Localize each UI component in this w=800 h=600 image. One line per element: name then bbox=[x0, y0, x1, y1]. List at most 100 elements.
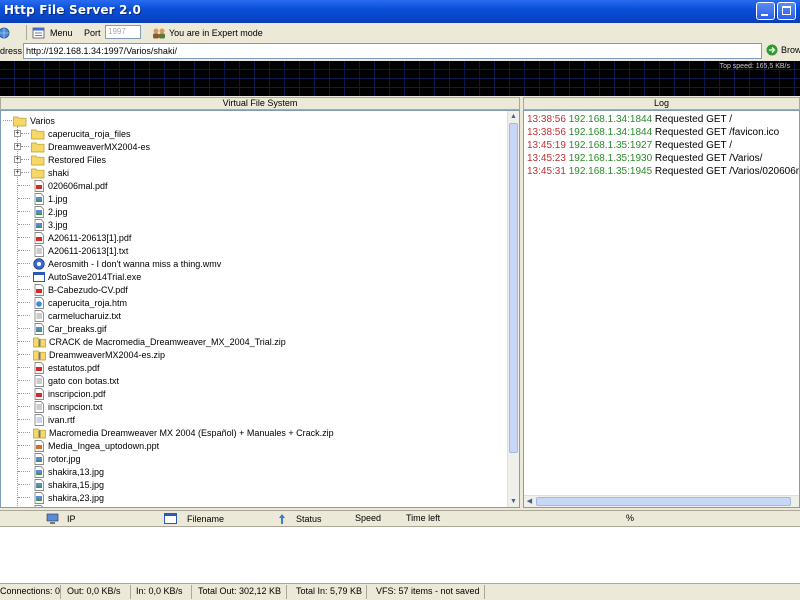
ppt-icon bbox=[33, 439, 45, 452]
tree-file[interactable]: estatutos.pdf bbox=[33, 361, 100, 374]
tree-item-label: shakira,15.jpg bbox=[48, 479, 105, 490]
scroll-left-icon[interactable]: ◀ bbox=[524, 496, 535, 507]
tree-file[interactable]: shakira,13.jpg bbox=[33, 465, 104, 478]
log-time: 13:45:23 bbox=[527, 153, 566, 164]
status-in: In: 0,0 KB/s bbox=[136, 586, 183, 596]
tree-item-label: Macromedia Dreamweaver MX 2004 (Español)… bbox=[49, 427, 334, 438]
expand-icon[interactable]: + bbox=[14, 143, 21, 150]
maximize-button[interactable] bbox=[777, 2, 796, 20]
text-icon bbox=[33, 400, 45, 413]
tree-item-label: shakira,23.jpg bbox=[48, 492, 105, 503]
tree-item-label: Restored Files bbox=[48, 154, 107, 165]
window-icon bbox=[164, 513, 177, 524]
expand-icon[interactable]: + bbox=[14, 169, 21, 176]
image-icon bbox=[33, 504, 45, 507]
tree-file[interactable]: CRACK de Macromedia_Dreamweaver_MX_2004_… bbox=[33, 335, 286, 348]
globe-icon bbox=[0, 27, 10, 38]
tree-folder[interactable]: shaki bbox=[31, 166, 69, 179]
scroll-down-icon[interactable]: ▼ bbox=[508, 496, 519, 507]
expert-mode-button[interactable]: You are in Expert mode bbox=[152, 25, 263, 40]
col-time-left[interactable]: Time left bbox=[406, 513, 440, 523]
browse-arrow-icon bbox=[766, 44, 778, 56]
tree-file[interactable]: inscripcion.pdf bbox=[33, 387, 106, 400]
tree-item-label: DreamweaverMX2004-es bbox=[48, 141, 151, 152]
tree-file[interactable]: caperucita_roja.htm bbox=[33, 296, 127, 309]
tree-file[interactable]: B-Cabezudo-CV.pdf bbox=[33, 283, 128, 296]
tree-file[interactable]: 1.jpg bbox=[33, 192, 68, 205]
scroll-up-icon[interactable]: ▲ bbox=[508, 111, 519, 122]
tree-file[interactable]: 2.jpg bbox=[33, 205, 68, 218]
tree-item-label: caperucita_roja_files bbox=[48, 128, 131, 139]
log-entry: 13:38:56 192.168.1.34:1844 Requested GET… bbox=[527, 126, 779, 139]
col-percent[interactable]: % bbox=[626, 513, 634, 523]
tree-item-label: A20611-20613[1].pdf bbox=[48, 232, 132, 243]
tree-file[interactable]: rotor.jpg bbox=[33, 452, 81, 465]
connect-button[interactable] bbox=[0, 25, 20, 40]
vfs-tree[interactable]: Varios + caperucita_roja_files + Dreamweaver… bbox=[0, 110, 520, 508]
pdf-icon bbox=[33, 387, 45, 400]
tree-file[interactable]: shakira,23.jpg bbox=[33, 491, 104, 504]
address-input[interactable]: http://192.168.1.34:1997/Varios/shaki/ bbox=[23, 43, 762, 59]
tree-folder[interactable]: DreamweaverMX2004-es bbox=[31, 140, 150, 153]
vfs-scroll-thumb[interactable] bbox=[509, 123, 518, 453]
log-ip: 192.168.1.35:1930 bbox=[565, 153, 653, 164]
tree-item-label: shaki bbox=[48, 167, 70, 178]
log-scroll-thumb[interactable] bbox=[536, 497, 791, 506]
address-label: dress bbox=[0, 46, 23, 56]
connections-header: IP Filename Status Speed Time left % bbox=[0, 510, 800, 527]
tree-file[interactable]: Macromedia Dreamweaver MX 2004 (Español)… bbox=[33, 426, 334, 439]
tree-file[interactable]: shakira,387x600.jpg bbox=[33, 504, 129, 507]
image-icon bbox=[33, 322, 45, 335]
tree-folder[interactable]: Restored Files bbox=[31, 153, 106, 166]
tree-file[interactable]: Aerosmith - I don't wanna miss a thing.w… bbox=[33, 257, 221, 270]
tree-file[interactable]: Car_breaks.gif bbox=[33, 322, 107, 335]
tree-file[interactable]: AutoSave2014Trial.exe bbox=[33, 270, 141, 283]
log-horizontal-scrollbar[interactable]: ◀ bbox=[524, 495, 799, 507]
folder-icon bbox=[31, 154, 45, 166]
tree-file[interactable]: shakira,15.jpg bbox=[33, 478, 104, 491]
status-bar: Connections: 0 Out: 0,0 KB/s In: 0,0 KB/… bbox=[0, 583, 800, 600]
tree-root-folder[interactable]: Varios bbox=[13, 114, 55, 127]
expand-icon[interactable]: + bbox=[14, 130, 21, 137]
tree-file[interactable]: inscripcion.txt bbox=[33, 400, 103, 413]
tree-file[interactable]: carmelucharuiz.txt bbox=[33, 309, 121, 322]
vfs-vertical-scrollbar[interactable]: ▲ ▼ bbox=[507, 111, 519, 507]
log-pane[interactable]: 13:38:56 192.168.1.34:1844 Requested GET… bbox=[523, 110, 800, 508]
log-entry: 13:45:19 192.168.1.35:1927 Requested GET… bbox=[527, 139, 732, 152]
image-icon bbox=[33, 205, 45, 218]
minimize-button[interactable] bbox=[756, 2, 775, 20]
tree-item-label: caperucita_roja.htm bbox=[48, 297, 128, 308]
info-icon bbox=[279, 514, 285, 524]
connections-list[interactable] bbox=[0, 527, 800, 583]
tree-item-label: DreamweaverMX2004-es.zip bbox=[49, 349, 166, 360]
title-bar[interactable]: Http File Server 2.0 bbox=[0, 0, 800, 23]
menu-button[interactable]: Menu bbox=[32, 25, 73, 40]
rtf-icon bbox=[33, 413, 45, 426]
tree-file[interactable]: A20611-20613[1].pdf bbox=[33, 231, 131, 244]
tree-file[interactable]: A20611-20613[1].txt bbox=[33, 244, 128, 257]
tree-item-label: estatutos.pdf bbox=[48, 362, 100, 373]
port-label: Port bbox=[84, 27, 101, 38]
col-speed[interactable]: Speed bbox=[355, 513, 381, 523]
col-filename[interactable]: Filename bbox=[164, 513, 224, 524]
tree-file[interactable]: 020606mal.pdf bbox=[33, 179, 108, 192]
tree-file[interactable]: DreamweaverMX2004-es.zip bbox=[33, 348, 165, 361]
expand-icon[interactable]: + bbox=[14, 156, 21, 163]
image-icon bbox=[33, 192, 45, 205]
tree-file[interactable]: ivan.rtf bbox=[33, 413, 75, 426]
browse-button[interactable]: Brow bbox=[766, 44, 800, 56]
tree-file[interactable]: gato con botas.txt bbox=[33, 374, 119, 387]
tree-file[interactable]: 3.jpg bbox=[33, 218, 68, 231]
tree-item-label: 2.jpg bbox=[48, 206, 68, 217]
col-status[interactable]: Status bbox=[276, 513, 322, 525]
log-message: Requested GET / bbox=[652, 140, 732, 151]
col-ip[interactable]: IP bbox=[46, 513, 76, 525]
log-time: 13:45:19 bbox=[527, 140, 566, 151]
status-connections: Connections: 0 bbox=[0, 586, 61, 596]
log-entry: 13:45:31 192.168.1.35:1945 Requested GET… bbox=[527, 165, 799, 178]
tree-file[interactable]: Media_Ingea_uptodown.ppt bbox=[33, 439, 159, 452]
log-message: Requested GET /Varios/ bbox=[652, 153, 763, 164]
port-input[interactable]: 1997 bbox=[105, 25, 141, 39]
tree-folder[interactable]: caperucita_roja_files bbox=[31, 127, 131, 140]
zip-icon bbox=[33, 336, 46, 348]
